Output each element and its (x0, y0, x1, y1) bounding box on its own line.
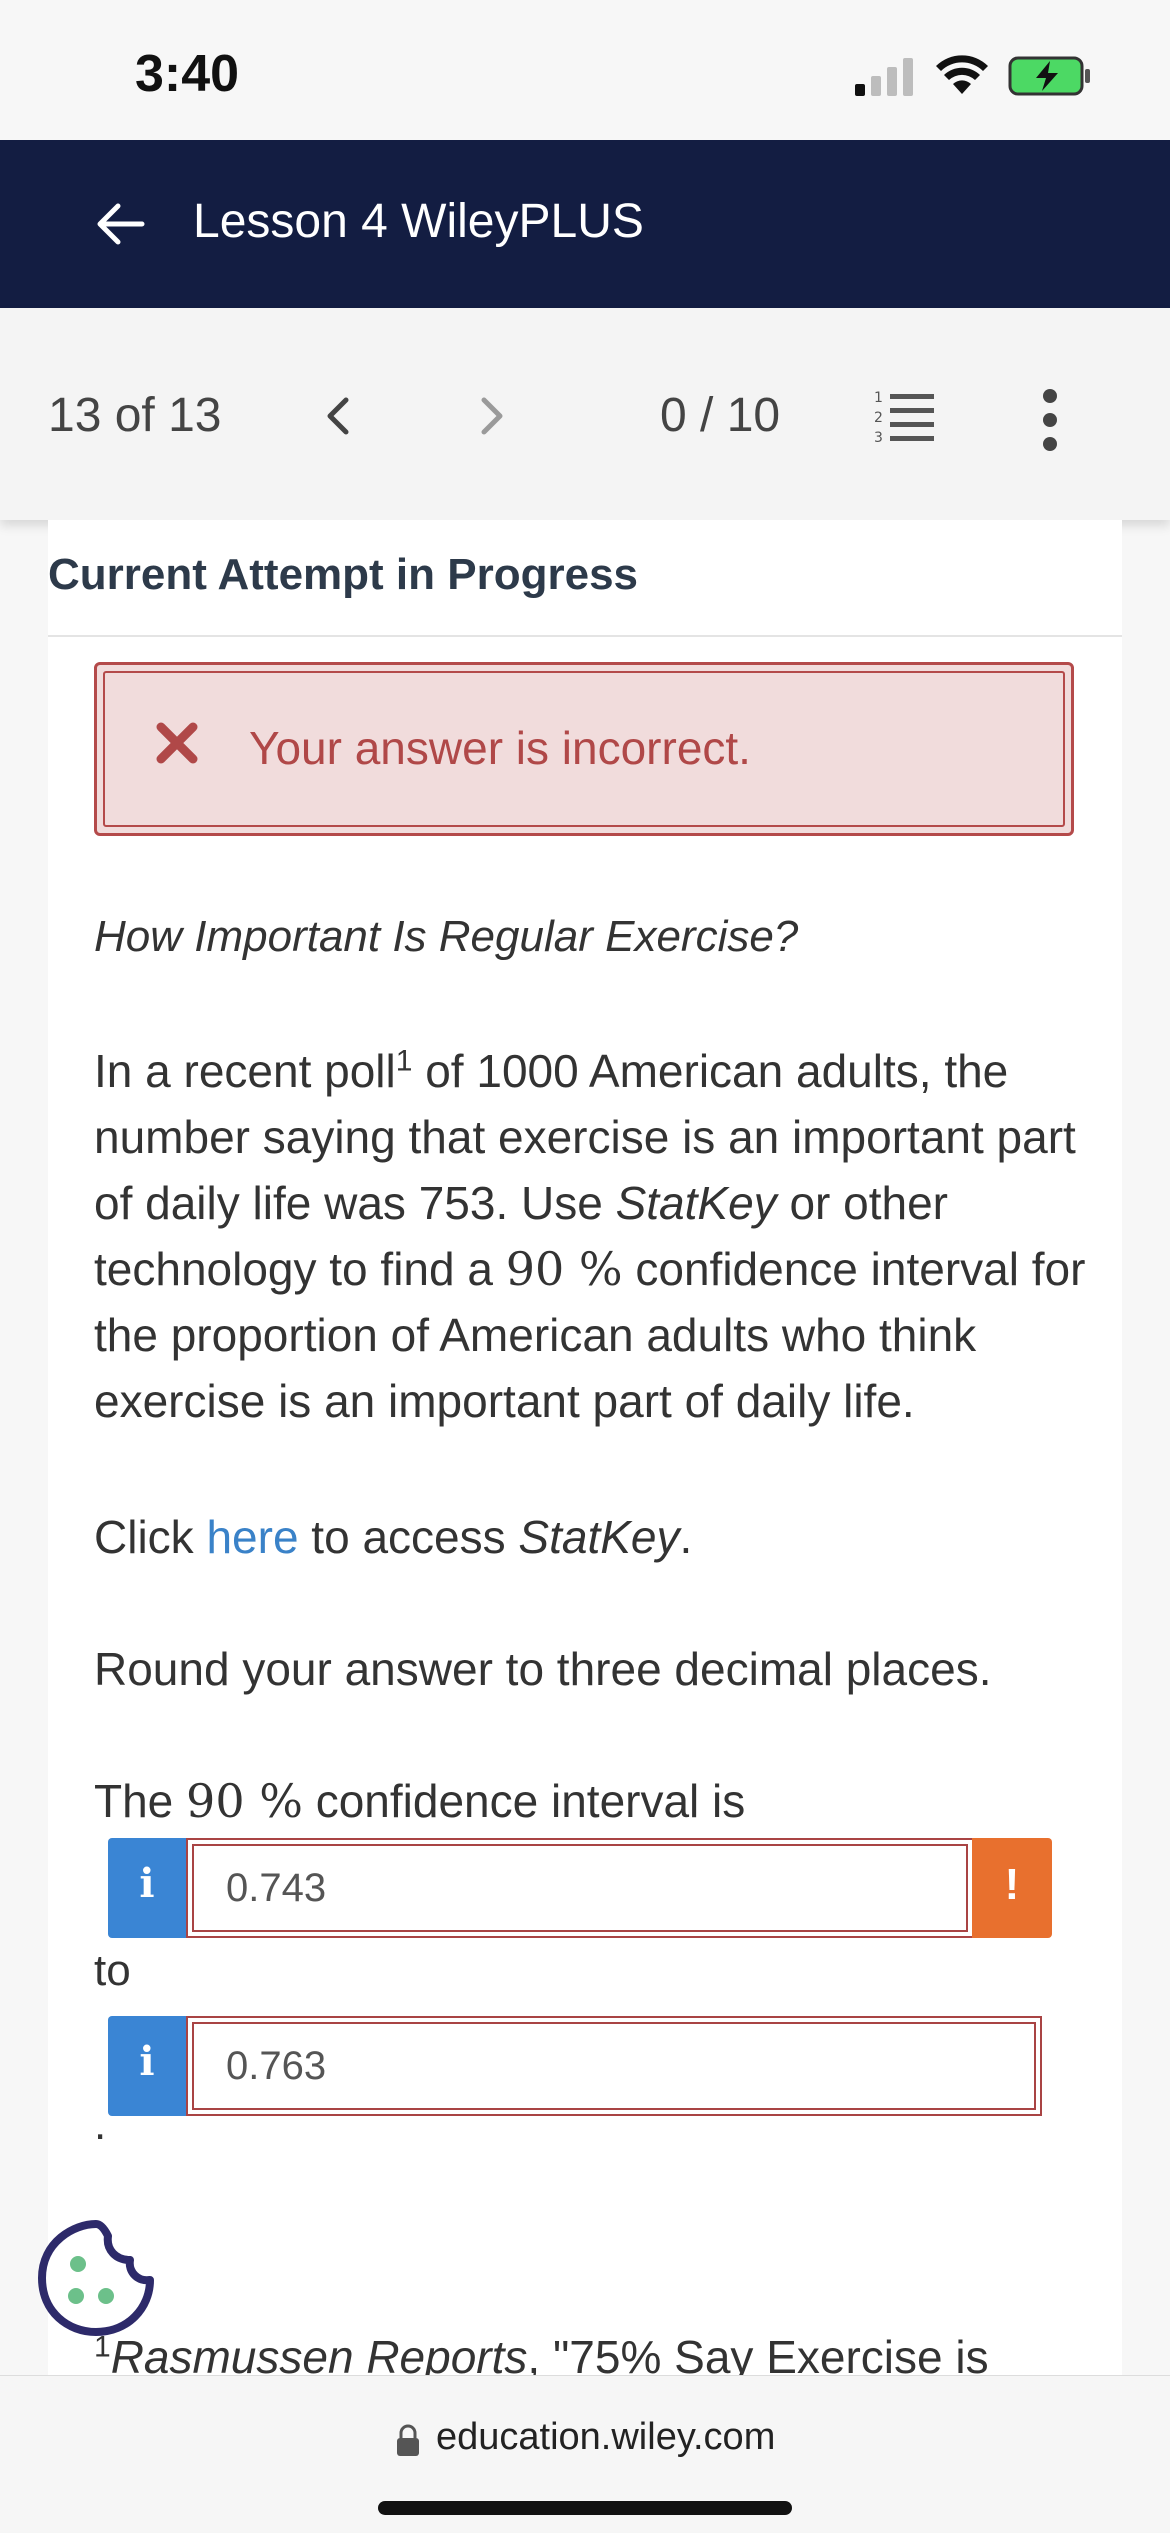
warning-button[interactable]: ! (972, 1838, 1052, 1938)
svg-text:3: 3 (874, 430, 883, 446)
upper-bound-answer: i 0.763 (108, 2016, 1042, 2116)
statkey-text: StatKey (615, 1177, 777, 1229)
lock-icon (397, 2424, 419, 2456)
interval-prompt-part2: confidence interval is (302, 1775, 746, 1827)
question-title: How Important Is Regular Exercise? (94, 912, 799, 961)
cookie-settings-icon[interactable] (34, 2216, 158, 2340)
error-alert: Your answer is incorrect. (94, 662, 1074, 836)
previous-question-chevron-icon[interactable] (316, 388, 356, 444)
home-indicator[interactable] (378, 2501, 792, 2515)
confidence-level: 90 % (186, 1774, 303, 1828)
footnote-source: Rasmussen Reports (110, 2331, 528, 2375)
attempt-title: Current Attempt in Progress (48, 550, 639, 599)
info-icon: i (139, 1860, 155, 1907)
divider (48, 635, 1122, 637)
sentence-period: . (94, 2100, 107, 2149)
app-header: Lesson 4 WileyPLUS (0, 140, 1170, 308)
back-arrow-icon[interactable] (92, 196, 148, 252)
more-options-icon[interactable] (1035, 388, 1065, 452)
header-title: Lesson 4 WileyPLUS (193, 195, 644, 248)
to-label: to (94, 1946, 131, 1995)
error-message: Your answer is incorrect. (249, 722, 751, 774)
error-x-icon (156, 722, 198, 764)
lower-bound-input[interactable]: 0.743 (186, 1838, 974, 1938)
score-display: 0 / 10 (660, 389, 781, 442)
lower-bound-value: 0.743 (226, 1866, 327, 1910)
next-question-chevron-icon[interactable] (474, 388, 514, 444)
upper-bound-value: 0.763 (226, 2044, 327, 2088)
rounding-instruction: Round your answer to three decimal place… (94, 1643, 992, 1695)
interval-prompt-part1: The (94, 1775, 187, 1827)
question-position: 13 of 13 (48, 389, 222, 442)
status-time: 3:40 (135, 45, 240, 103)
confidence-level: 90 % (505, 1242, 623, 1296)
status-bar: 3:40 (0, 0, 1170, 140)
upper-bound-input[interactable]: 0.763 (186, 2016, 1042, 2116)
info-button[interactable]: i (108, 1838, 186, 1938)
lower-bound-answer: i 0.743 ! (108, 1838, 1052, 1938)
access-text: to access (298, 1511, 519, 1563)
battery-charging-icon (1008, 56, 1090, 96)
wifi-icon (936, 55, 988, 94)
footnote-title: , "75% Say Exercise is (527, 2331, 989, 2375)
url-text: education.wiley.com (436, 2416, 776, 2458)
svg-text:2: 2 (874, 410, 883, 426)
statkey-instruction: Click here to access StatKey. (94, 1504, 1104, 1570)
period-text: . (679, 1511, 693, 1563)
question-card: Current Attempt in Progress Your answer … (48, 520, 1122, 2375)
cellular-signal-icon (855, 58, 913, 96)
question-text-part1: In a recent poll (94, 1045, 396, 1097)
info-icon: i (139, 2038, 155, 2085)
svg-text:1: 1 (874, 390, 883, 406)
question-text: In a recent poll1 of 1000 American adult… (94, 1038, 1104, 1434)
question-toolbar: 13 of 13 0 / 10 1 2 3 (0, 308, 1170, 520)
click-text: Click (94, 1511, 207, 1563)
info-button[interactable]: i (108, 2016, 186, 2116)
question-list-icon[interactable]: 1 2 3 (872, 388, 936, 448)
browser-url-bar[interactable]: education.wiley.com (0, 2375, 1170, 2533)
footnote-marker: 1 (395, 1044, 413, 1078)
interval-prompt: The 90 % confidence interval is (94, 1768, 1104, 1834)
footnote: 1Rasmussen Reports, "75% Say Exercise is (94, 2330, 989, 2375)
statkey-link[interactable]: here (206, 1511, 298, 1563)
exclamation-icon: ! (1004, 1860, 1020, 1909)
statkey-text: StatKey (518, 1511, 680, 1563)
